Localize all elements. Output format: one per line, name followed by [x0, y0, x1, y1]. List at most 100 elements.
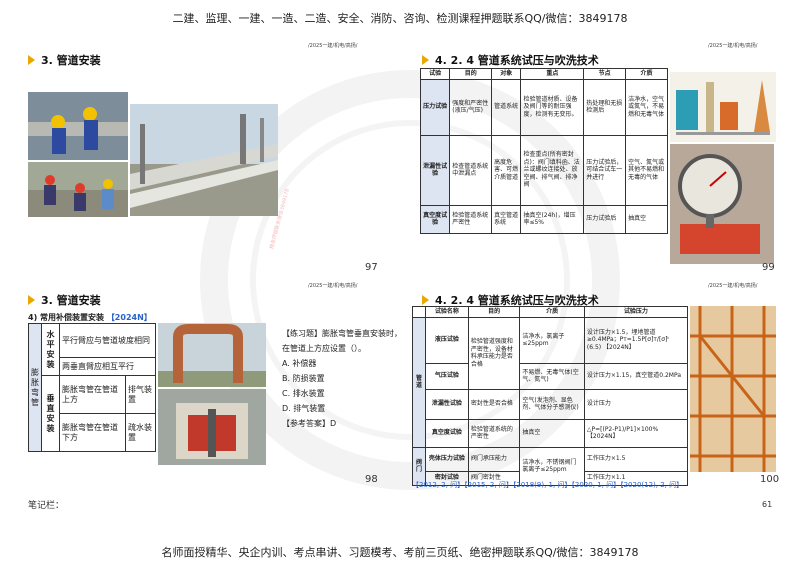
row-heading: 压力试验 — [419, 78, 451, 136]
table-cell: 真空管道系统 — [491, 204, 522, 234]
table-cell: 排气装置 — [125, 375, 156, 414]
table-cell: 设计压力×1.5，埋地管道≥0.4MPa；Pт=1.5P[σ]т/[σ]ᵗ (6… — [583, 316, 689, 364]
slide3-title: 3. 管道安装 — [28, 292, 101, 308]
slide3-page-number: 98 — [365, 474, 378, 485]
table-cell: 压力试验后 — [583, 204, 627, 234]
row-heading: 垂直安装 — [41, 375, 60, 452]
table-cell: 膨胀弯管在管道下方 — [59, 413, 126, 452]
slide2-test-table: 试验 目的 对象 重点 节点 介质 压力试验 强度和严密性(液压/气压) 管道系… — [419, 68, 668, 234]
table-row: 真空度试验 检验管道系统严密性 真空管道系统 抽真空(24h)，增压率≤5% 压… — [419, 204, 668, 234]
photo-workers-pipe — [28, 92, 128, 160]
slide2-tag: /2025一建/机电/高扬/ — [708, 43, 758, 49]
table-header: 节点 — [583, 68, 627, 80]
header-banner: 二建、监理、一建、一造、二造、安全、消防、咨询、检测课程押题联系QQ/微信：38… — [172, 12, 628, 25]
row-heading: 真空度试验 — [424, 418, 469, 448]
table-cell: 空气(发泡剂、显色剂、气体分子感测仪) — [519, 388, 585, 420]
table-header: 重点 — [520, 68, 585, 80]
row-heading: 液压试验 — [424, 316, 469, 364]
notes-label: 笔记栏： — [28, 501, 65, 511]
table-header: 介质 — [519, 306, 585, 318]
table-header: 对象 — [491, 68, 522, 80]
slide2-title-text: 4. 2. 4 管道系统试压与吹洗技术 — [435, 54, 599, 67]
row-heading: 泄漏性试验 — [424, 388, 469, 420]
table-header-row: 试验名称 目的 介质 试验压力 — [412, 306, 689, 318]
chevron-right-icon — [422, 295, 429, 305]
table-cell: 洁净水，氯离子≤25ppm — [519, 316, 585, 364]
table-cell: 密封性是否合格 — [467, 388, 521, 420]
table-cell: △P=[(P2-P1)/P1]×100% 【2024N】 — [583, 418, 689, 448]
table-row: 压力试验 强度和严密性(液压/气压) 管道系统 检验管道材质、设备及阀门等的耐压… — [419, 78, 668, 136]
row-heading: 壳体压力试验 — [424, 446, 469, 472]
table-cell: 检验管道系统的严密性 — [467, 418, 521, 448]
row-heading: 气压试验 — [424, 362, 469, 390]
table-cell: 检验管道系统严密性 — [449, 204, 493, 234]
slide2-title: 4. 2. 4 管道系统试压与吹洗技术 — [422, 52, 599, 68]
sheet-page-number: 61 — [762, 500, 773, 509]
slide4-test-table: 试验名称 目的 介质 试验压力 管道 液压试验 检验管道强度和严密性，设备材料承… — [412, 306, 689, 486]
photo-pressure-gauge — [670, 144, 774, 264]
slide3-title-text: 3. 管道安装 — [41, 294, 101, 307]
table-cell: 高度危害、可燃介质管道 — [491, 134, 522, 206]
table-cell: 管道系统 — [491, 78, 522, 136]
table-row: 泄漏性试验 密封性是否合格 空气(发泡剂、显色剂、气体分子感测仪) 设计压力 — [413, 388, 689, 420]
photo-workers-ground — [28, 162, 128, 217]
table-row: 垂直安装 膨胀弯管在管道上方 排气装置 — [29, 375, 156, 452]
chevron-right-icon — [422, 55, 429, 65]
table-cell: 不易燃、无毒气体(空气、氮气) — [519, 362, 585, 390]
slide4-page-number: 100 — [760, 474, 780, 485]
table-cell: 洁净水，空气或氮气，不易燃和无毒气体 — [625, 78, 668, 136]
table-cell: 阀门承压能力 — [467, 446, 521, 472]
slide3-subtitle: 4) 常用补偿装置安装 【2024N】 — [28, 312, 152, 323]
table-header-row: 试验 目的 对象 重点 节点 介质 — [419, 68, 668, 80]
table-cell: 强度和严密性(液压/气压) — [449, 78, 493, 136]
table-header: 试验 — [419, 68, 451, 80]
table-cell: 检查重点(所有密封点)：阀门填料函、法兰或螺纹连接处、放空阀、排气阀、排净阀 — [520, 134, 585, 206]
chevron-right-icon — [28, 55, 35, 65]
table-cell: 压力试验后，可结合试车一并进行 — [583, 134, 627, 206]
table-header: 试验名称 — [424, 306, 469, 318]
table-cell: 设计压力×1.15，真空管道0.2MPa — [583, 362, 689, 390]
row-heading: 泄漏性试验 — [419, 134, 451, 206]
table-cell: 设计压力 — [583, 388, 689, 420]
table-cell: 检查管道系统中泄漏点 — [449, 134, 493, 206]
table-header: 介质 — [625, 68, 668, 80]
option-c: C. 排水装置 — [282, 389, 325, 398]
table-row: 阀门 壳体压力试验 阀门承压能力 洁净水，不锈钢阀门氯离子≤25ppm 工作压力… — [412, 446, 689, 486]
photo-scaffold-tower — [690, 306, 776, 472]
chevron-right-icon — [28, 295, 35, 305]
slide1-title-text: 3. 管道安装 — [41, 54, 101, 67]
year-tag: 【2024N】 — [106, 313, 152, 322]
slide4-tag: /2025一建/机电/高扬/ — [708, 283, 758, 289]
table-cell: 空气、氮气或其他不易燃和无毒的气体 — [625, 134, 668, 206]
slide1-page-number: 97 — [365, 262, 378, 273]
option-d: D. 排气装置 — [282, 404, 326, 413]
compensator-table: 膨胀弯管 水平安装 平行臂应与管道坡度相同 两垂直臂应相互平行 垂直安装 膨胀弯… — [28, 323, 156, 452]
subtitle-text: 4) 常用补偿装置安装 — [28, 313, 105, 322]
table-cell: 工作压力×1.5 — [583, 446, 689, 472]
photo-valve-box — [158, 389, 266, 465]
group-heading: 膨胀弯管 — [28, 323, 42, 452]
table-row: 管道 液压试验 检验管道强度和严密性，设备材料承压能力是否合格 洁净水，氯离子≤… — [412, 316, 689, 448]
row-heading: 真空度试验 — [419, 204, 451, 234]
table-row: 真空度试验 检验管道系统的严密性 抽真空 △P=[(P2-P1)/P1]×100… — [413, 418, 689, 448]
table-cell: 平行臂应与管道坡度相同 — [59, 323, 156, 358]
table-cell: 热处理和无损检测后 — [583, 78, 627, 136]
practice-question: 【练习题】膨胀弯管垂直安装时，在管道上方应设置（）。 A. 补偿器 B. 防损装… — [282, 326, 402, 431]
table-row: 气压试验 不易燃、无毒气体(空气、氮气) 设计压力×1.15，真空管道0.2MP… — [413, 362, 689, 390]
table-header: 目的 — [467, 306, 521, 318]
footer-banner: 名师面授精华、央企内训、考点串讲、习题模考、考前三页纸、绝密押题联系QQ/微信：… — [161, 546, 639, 559]
table-cell: 检验管道强度和严密性，设备材料承压能力是否合格 — [467, 316, 521, 390]
table-cell: 抽真空 — [519, 418, 585, 448]
photo-expansion-bend — [158, 323, 266, 387]
table-cell: 膨胀弯管在管道上方 — [59, 375, 126, 414]
table-cell: 两垂直臂应相互平行 — [59, 357, 156, 376]
slide3-tag: /2025一建/机电/高扬/ — [308, 283, 358, 289]
slide1-tag: /2025一建/机电/高扬/ — [308, 43, 358, 49]
slide1-title: 3. 管道安装 — [28, 52, 101, 68]
photo-test-diagram — [670, 72, 776, 142]
answer: 【参考答案】D — [282, 419, 337, 428]
table-header: 试验压力 — [583, 306, 689, 318]
table-header: 目的 — [449, 68, 493, 80]
table-cell: 抽真空(24h)，增压率≤5% — [520, 204, 585, 234]
group-heading: 管道 — [412, 316, 426, 448]
